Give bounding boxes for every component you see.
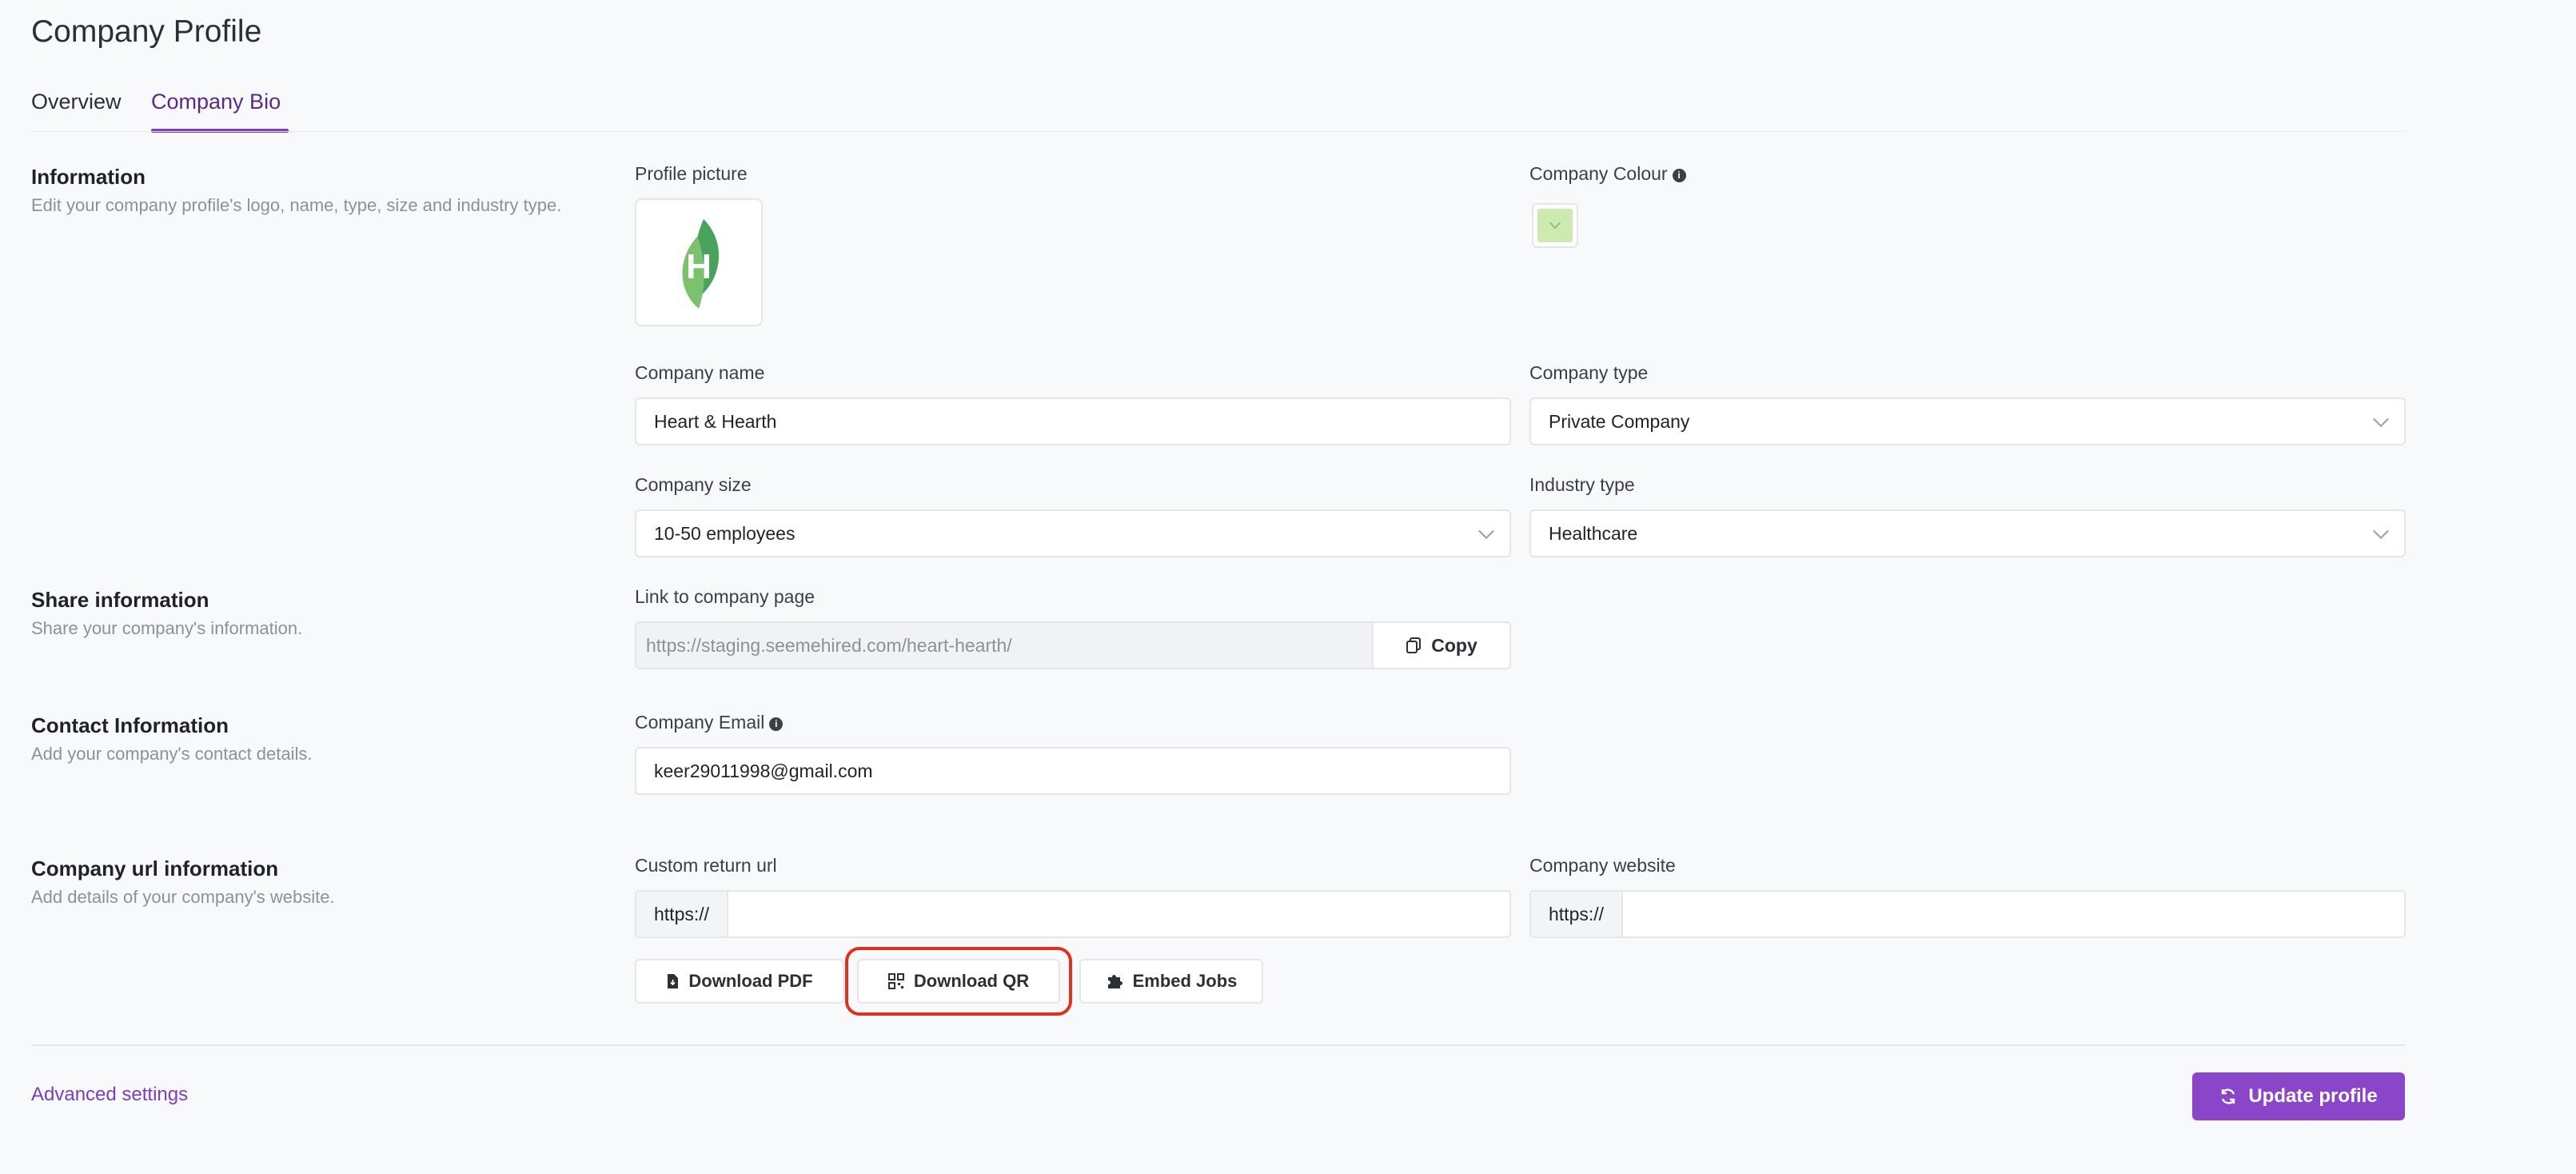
puzzle-icon	[1107, 975, 1123, 988]
company-name-value: Heart & Hearth	[654, 410, 777, 432]
tabs-divider	[31, 131, 2406, 132]
section-title-url: Company url information	[31, 857, 279, 880]
custom-return-url-label: Custom return url	[635, 855, 777, 876]
custom-return-url-input[interactable]: https://	[635, 890, 1511, 938]
profile-picture-label: Profile picture	[635, 163, 748, 184]
company-size-label: Company size	[635, 474, 752, 495]
chevron-down-icon	[1478, 523, 1494, 540]
info-icon[interactable]: i	[769, 717, 784, 731]
embed-jobs-button[interactable]: Embed Jobs	[1079, 959, 1263, 1004]
profile-picture[interactable]: H	[635, 198, 763, 326]
company-colour-label-text: Company Colour	[1529, 163, 1668, 184]
file-download-icon	[668, 974, 679, 988]
section-title-information: Information	[31, 165, 146, 189]
industry-type-select[interactable]: Healthcare	[1529, 509, 2406, 557]
company-colour-picker[interactable]	[1532, 203, 1578, 248]
section-desc-url: Add details of your company's website.	[31, 887, 335, 907]
company-link-label: Link to company page	[635, 586, 815, 607]
chevron-down-icon	[2373, 523, 2389, 540]
highlight-annotation	[845, 947, 1072, 1016]
industry-type-value: Healthcare	[1549, 522, 1638, 544]
section-title-share: Share information	[31, 588, 209, 612]
url-prefix: https://	[1531, 892, 1624, 936]
company-colour-label: Company Colour i	[1529, 163, 1686, 185]
company-name-label: Company name	[635, 362, 765, 383]
company-link-value: https://staging.seemehired.com/heart-hea…	[646, 634, 1012, 656]
company-type-label: Company type	[1529, 362, 1649, 383]
section-desc-contact: Add your company's contact details.	[31, 744, 313, 764]
company-email-value: keer29011998@gmail.com	[654, 760, 873, 781]
logo-letter: H	[686, 247, 712, 286]
url-prefix: https://	[636, 892, 729, 936]
copy-button-label: Copy	[1431, 634, 1477, 656]
company-website-input[interactable]: https://	[1529, 890, 2406, 938]
info-icon[interactable]: i	[1672, 169, 1686, 182]
colour-swatch	[1537, 209, 1573, 242]
update-profile-button[interactable]: Update profile	[2192, 1072, 2405, 1120]
chevron-down-icon	[1549, 218, 1561, 230]
company-size-select[interactable]: 10-50 employees	[635, 509, 1511, 557]
company-email-input[interactable]: keer29011998@gmail.com	[635, 747, 1511, 795]
tab-company-bio[interactable]: Company Bio	[151, 90, 281, 114]
chevron-down-icon	[2373, 411, 2389, 428]
update-profile-label: Update profile	[2248, 1085, 2378, 1107]
copy-link-button[interactable]: Copy	[1372, 621, 1511, 669]
company-website-label: Company website	[1529, 855, 1676, 876]
company-name-input[interactable]: Heart & Hearth	[635, 397, 1511, 445]
download-pdf-button[interactable]: Download PDF	[635, 959, 844, 1004]
section-desc-information: Edit your company profile's logo, name, …	[31, 195, 562, 215]
advanced-settings-link[interactable]: Advanced settings	[31, 1084, 188, 1106]
section-title-contact: Contact Information	[31, 713, 229, 737]
industry-type-label: Industry type	[1529, 474, 1635, 495]
section-desc-share: Share your company's information.	[31, 618, 303, 638]
page-title: Company Profile	[31, 14, 262, 49]
company-email-label-text: Company Email	[635, 712, 765, 733]
refresh-icon	[2222, 1088, 2235, 1104]
embed-jobs-label: Embed Jobs	[1132, 971, 1238, 991]
download-pdf-label: Download PDF	[688, 971, 813, 991]
company-type-value: Private Company	[1549, 410, 1690, 432]
company-email-label: Company Email i	[635, 712, 784, 733]
company-logo-icon: H	[682, 219, 720, 309]
footer-divider	[31, 1044, 2406, 1046]
copy-icon	[1406, 637, 1422, 653]
company-type-select[interactable]: Private Company	[1529, 397, 2406, 445]
tab-overview[interactable]: Overview	[31, 90, 122, 114]
company-size-value: 10-50 employees	[654, 522, 796, 544]
